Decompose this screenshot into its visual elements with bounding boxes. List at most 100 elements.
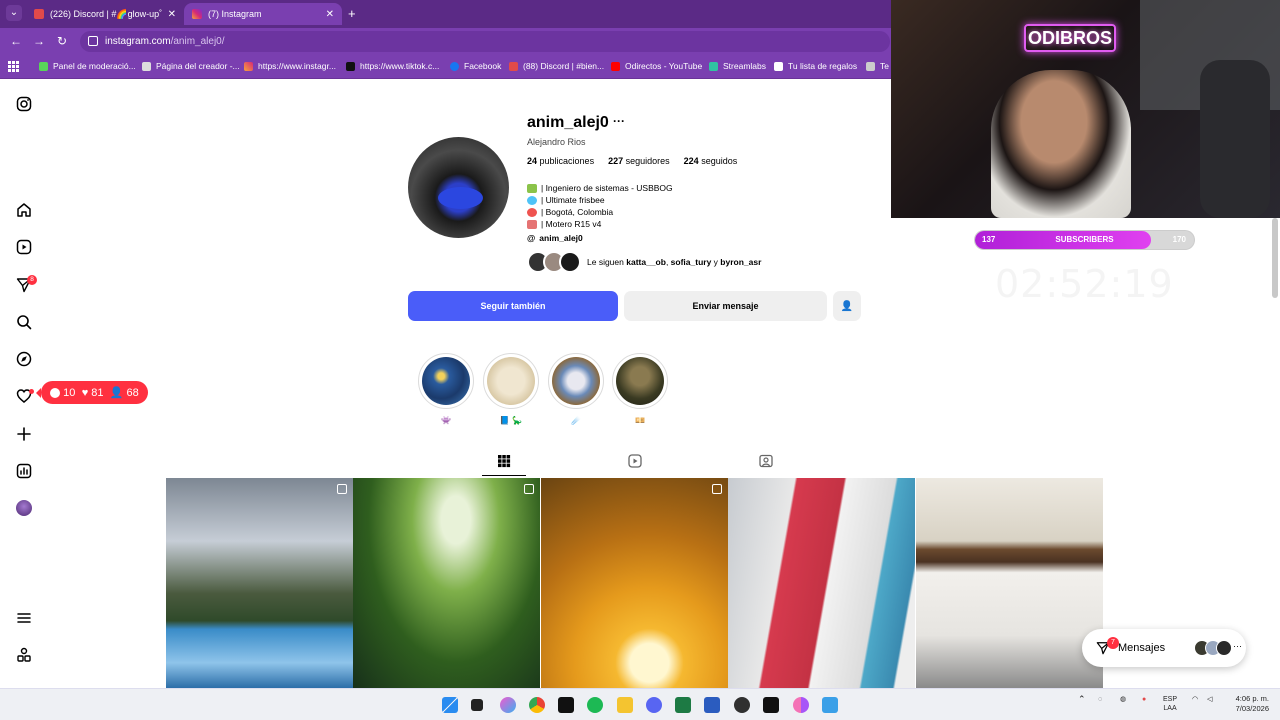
- following-stat[interactable]: 224 seguidos: [684, 156, 738, 166]
- meta-icon[interactable]: [15, 646, 33, 664]
- create-icon[interactable]: [15, 425, 33, 443]
- highlight-label: ☄️: [571, 416, 581, 425]
- photos-icon[interactable]: [822, 697, 838, 713]
- close-icon[interactable]: ✕: [168, 9, 176, 20]
- more-icon[interactable]: ···: [1233, 641, 1242, 651]
- notification-dot: [29, 389, 34, 394]
- disc-emoji-icon: [527, 195, 537, 205]
- follow-back-button[interactable]: Seguir también: [408, 291, 618, 321]
- bookmark-item[interactable]: (88) Discord | #bien...: [509, 61, 604, 71]
- highlight-item[interactable]: [548, 353, 604, 409]
- address-bar[interactable]: instagram.com/anim_alej0/: [80, 31, 890, 52]
- url-text: instagram.com/anim_alej0/: [105, 36, 225, 47]
- copilot-icon[interactable]: [500, 697, 516, 713]
- reels-icon[interactable]: [15, 238, 33, 256]
- new-tab-button[interactable]: +: [348, 6, 356, 21]
- tab-title: (7) Instagram: [208, 9, 262, 19]
- epic-games-icon[interactable]: [558, 697, 574, 713]
- send-message-button[interactable]: Enviar mensaje: [624, 291, 827, 321]
- tab-search-button[interactable]: ⌄: [6, 5, 22, 21]
- chrome-icon[interactable]: [529, 697, 545, 713]
- menu-icon[interactable]: [15, 609, 33, 627]
- streamlabs-icon: [709, 61, 718, 71]
- word-icon[interactable]: [704, 697, 720, 713]
- highlight-label: 💴: [635, 416, 645, 425]
- messages-avatars: [1194, 640, 1232, 656]
- pin-emoji-icon: [527, 207, 537, 217]
- highlight-item[interactable]: [612, 353, 668, 409]
- tab-discord[interactable]: (226) Discord | #​🌈glow-up˚ ✕: [26, 3, 184, 25]
- capcut-icon[interactable]: [763, 697, 779, 713]
- messages-bubble[interactable]: 7 Mensajes ···: [1082, 629, 1246, 667]
- apps-grid-icon[interactable]: [8, 61, 19, 72]
- microphone-icon[interactable]: ●: [1142, 695, 1146, 704]
- post-thumbnail[interactable]: [728, 478, 915, 688]
- volume-icon[interactable]: ◁: [1207, 695, 1212, 704]
- highlight-label: 👾: [441, 416, 451, 425]
- bookmark-item[interactable]: https://www.tiktok.c...: [346, 61, 439, 71]
- followed-by[interactable]: Le siguen katta__ob, sofia_tury y byron_…: [527, 251, 761, 273]
- profile-username: anim_alej0: [527, 114, 609, 131]
- bookmark-item[interactable]: Tu lista de regalos: [774, 61, 857, 71]
- bookmark-item[interactable]: Panel de moderació...: [39, 61, 136, 71]
- windows-taskbar: ⌃ ◌ ◍ ● ESP LAA ◠ ◁ 4:06 p. m. 7/03/2026: [0, 688, 1280, 720]
- bookmark-icon: [866, 61, 875, 71]
- obs-icon[interactable]: [734, 697, 750, 713]
- chrome-profile-icon[interactable]: [793, 697, 809, 713]
- excel-icon[interactable]: [675, 697, 691, 713]
- post-thumbnail[interactable]: [166, 478, 353, 688]
- home-icon[interactable]: [15, 201, 33, 219]
- tagged-tab-icon[interactable]: [759, 454, 773, 468]
- threads-link[interactable]: @ anim_alej0: [527, 232, 673, 244]
- post-thumbnail[interactable]: [916, 478, 1103, 688]
- more-options-icon[interactable]: ···: [613, 114, 625, 128]
- post-thumbnail[interactable]: [353, 478, 540, 688]
- spotify-icon[interactable]: [587, 697, 603, 713]
- tray-chevron-icon[interactable]: ⌃: [1078, 695, 1086, 704]
- search-icon[interactable]: [15, 313, 33, 331]
- bookmark-item[interactable]: Facebook: [450, 61, 501, 71]
- bookmark-item[interactable]: Odirectos - YouTube: [611, 61, 702, 71]
- system-clock[interactable]: 4:06 p. m. 7/03/2026: [1225, 694, 1269, 714]
- tab-instagram[interactable]: (7) Instagram ✕: [184, 3, 342, 25]
- posts-stat: 24 publicaciones: [527, 156, 595, 166]
- close-icon[interactable]: ✕: [326, 9, 334, 20]
- tiktok-icon: [346, 61, 355, 71]
- highlight-item[interactable]: [483, 353, 539, 409]
- posts-grid-icon[interactable]: [497, 454, 511, 468]
- heart-icon: ♥: [81, 386, 89, 399]
- gaming-chair: [1200, 60, 1270, 218]
- back-icon[interactable]: ←: [10, 34, 22, 48]
- post-thumbnail[interactable]: [541, 478, 728, 688]
- subscriber-goal: 170: [1172, 235, 1186, 244]
- reels-tab-icon[interactable]: [628, 454, 642, 468]
- language-indicator[interactable]: ESP LAA: [1163, 695, 1177, 713]
- site-info-icon[interactable]: [88, 36, 98, 46]
- motorcycle-emoji-icon: [527, 219, 537, 229]
- notifications-pill[interactable]: 10 ♥ 81 👤 68: [36, 381, 148, 404]
- highlight-item[interactable]: [418, 353, 474, 409]
- reload-icon[interactable]: ↻: [57, 34, 67, 48]
- task-view-icon[interactable]: [471, 699, 483, 711]
- followers-stat[interactable]: 227 seguidores: [608, 156, 670, 166]
- bookmark-item[interactable]: Streamlabs: [709, 61, 766, 71]
- profile-avatar[interactable]: [16, 500, 32, 516]
- bookmark-item[interactable]: https://www.instagr...: [244, 61, 336, 71]
- laptop-emoji-icon: [527, 183, 537, 193]
- bookmark-item[interactable]: Página del creador -...: [142, 61, 240, 71]
- file-explorer-icon[interactable]: [617, 697, 633, 713]
- discord-icon[interactable]: [646, 697, 662, 713]
- page-scrollbar[interactable]: [1272, 218, 1278, 298]
- wifi-icon[interactable]: ◠: [1192, 695, 1198, 704]
- tray-app-icon[interactable]: ◍: [1120, 695, 1126, 704]
- profile-picture[interactable]: [408, 137, 509, 238]
- instagram-icon[interactable]: [15, 95, 33, 113]
- highlight-label: 📘 🦕: [499, 416, 523, 425]
- threads-icon: @: [527, 233, 536, 243]
- explore-icon[interactable]: [15, 350, 33, 368]
- suggested-users-button[interactable]: 👤: [833, 291, 861, 321]
- bio-line: | Bogotá, Colombia: [527, 206, 673, 218]
- tray-app-icon[interactable]: ◌: [1098, 695, 1102, 704]
- windows-start-icon[interactable]: [442, 697, 458, 713]
- forward-icon[interactable]: →: [33, 34, 45, 48]
